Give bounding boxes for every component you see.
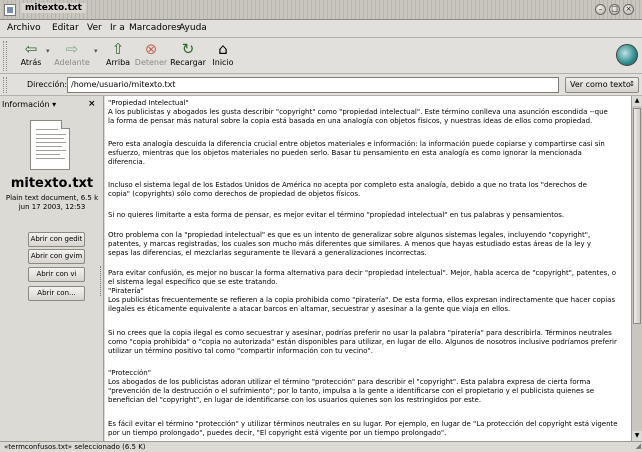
back-label: Atrás xyxy=(20,58,42,67)
title-bar: mitexto.txt – □ × xyxy=(0,0,642,20)
file-date: jun 17 2003, 12:53 xyxy=(18,203,86,211)
text-paragraph: Otro problema con la "propiedad intelect… xyxy=(108,231,591,257)
location-grip[interactable] xyxy=(3,77,7,93)
text-paragraph: Para evitar confusión, es mejor no busca… xyxy=(108,269,617,313)
file-type: Plain text document, 6.5 k xyxy=(5,194,99,202)
text-paragraph: "Protección" Los abogados de los publici… xyxy=(108,369,595,404)
pane-resize-handle[interactable] xyxy=(100,266,102,296)
text-paragraph: Pero esta analogía descuida la diferenci… xyxy=(108,140,605,166)
text-document-icon xyxy=(30,120,70,170)
forward-button[interactable]: ⇨ Adelante ▾ xyxy=(52,40,97,72)
reload-icon: ↻ xyxy=(181,40,195,58)
location-input[interactable]: /home/usuario/mitexto.txt xyxy=(67,77,559,93)
menu-ir-a[interactable]: Ir a xyxy=(110,23,125,33)
up-label: Arriba xyxy=(105,58,131,67)
chevron-down-icon: ▾ xyxy=(52,100,57,109)
forward-history-dropdown-icon[interactable]: ▾ xyxy=(94,47,98,55)
stop-button[interactable]: ⊗ Detener xyxy=(134,40,168,72)
text-paragraph: Si no quieres limitarte a esta forma de … xyxy=(108,211,565,219)
menu-archivo[interactable]: Archivo xyxy=(7,23,41,33)
open-with-gvim-button[interactable]: Abrir con gvim xyxy=(28,249,85,264)
up-arrow-icon: ⇧ xyxy=(111,40,125,58)
resize-grip-icon[interactable]: ◢ xyxy=(636,441,641,451)
updown-icon: ↕ xyxy=(629,80,635,88)
minimize-button[interactable]: – xyxy=(595,4,606,15)
forward-arrow-icon: ⇨ xyxy=(65,40,79,58)
throbber-icon xyxy=(616,44,638,66)
reload-label: Recargar xyxy=(170,58,206,67)
back-history-dropdown-icon[interactable]: ▾ xyxy=(46,47,50,55)
open-with-vi-button[interactable]: Abrir con vi xyxy=(28,267,85,282)
sidebar-header: Información xyxy=(2,100,50,109)
toolbar-grip[interactable] xyxy=(3,41,7,71)
sidebar-selector[interactable]: Información ▾ xyxy=(2,100,56,109)
stop-icon: ⊗ xyxy=(144,40,158,58)
scroll-up-arrow-icon[interactable]: ▲ xyxy=(632,96,642,106)
open-with-gedit-button[interactable]: Abrir con gedit xyxy=(28,232,85,247)
reload-button[interactable]: ↻ Recargar xyxy=(170,40,206,72)
text-paragraph: Si no crees que la copia ilegal es como … xyxy=(108,329,617,355)
scrollbar-thumb[interactable] xyxy=(633,108,641,324)
scroll-down-arrow-icon[interactable]: ▼ xyxy=(632,431,642,441)
up-button[interactable]: ⇧ Arriba xyxy=(104,40,132,72)
toolbar: ⇦ Atrás ▾ ⇨ Adelante ▾ ⇧ Arriba ⊗ Detene… xyxy=(0,38,642,74)
text-paragraph: "Propiedad Intelectual" A los publicista… xyxy=(108,99,608,125)
open-with-other-button[interactable]: Abrir con... xyxy=(28,286,85,301)
home-button[interactable]: ⌂ Inicio xyxy=(210,40,236,72)
menu-marcadores[interactable]: Marcadores xyxy=(129,23,181,33)
back-button[interactable]: ⇦ Atrás ▾ xyxy=(14,40,50,72)
window-title: mitexto.txt xyxy=(21,3,86,13)
home-icon: ⌂ xyxy=(218,40,228,58)
text-paragraph: Es fácil evitar el término "protección" … xyxy=(108,420,618,437)
back-arrow-icon: ⇦ xyxy=(24,40,38,58)
maximize-button[interactable]: □ xyxy=(609,4,620,15)
view-as-select[interactable]: Ver como texto ↕ xyxy=(565,77,639,93)
menu-bar: Archivo Editar Ver Ir a Marcadores Ayuda xyxy=(0,20,642,38)
location-label: Dirección: xyxy=(27,80,68,89)
menu-ver[interactable]: Ver xyxy=(87,23,102,33)
status-bar: «termconfusos.txt» seleccionado (6.5 K) … xyxy=(0,441,642,452)
sidebar: Información ▾ × mitexto.txt Plain text d… xyxy=(0,96,104,441)
menu-editar[interactable]: Editar xyxy=(52,23,79,33)
home-label: Inicio xyxy=(212,58,234,67)
file-name: mitexto.txt xyxy=(10,176,94,191)
close-window-button[interactable]: × xyxy=(623,4,634,15)
stop-label: Detener xyxy=(134,58,168,67)
text-view[interactable]: "Propiedad Intelectual" A los publicista… xyxy=(105,96,631,441)
menu-ayuda[interactable]: Ayuda xyxy=(179,23,207,33)
location-bar: Dirección: /home/usuario/mitexto.txt Ver… xyxy=(0,74,642,96)
window-icon[interactable] xyxy=(4,4,16,16)
forward-label: Adelante xyxy=(54,58,90,67)
close-sidebar-icon[interactable]: × xyxy=(88,99,96,109)
status-text: «termconfusos.txt» seleccionado (6.5 K) xyxy=(4,443,146,451)
vertical-scrollbar[interactable]: ▲ ▼ xyxy=(631,96,642,441)
view-as-value: Ver como texto xyxy=(570,80,631,89)
text-paragraph: Incluso el sistema legal de los Estados … xyxy=(108,181,587,198)
